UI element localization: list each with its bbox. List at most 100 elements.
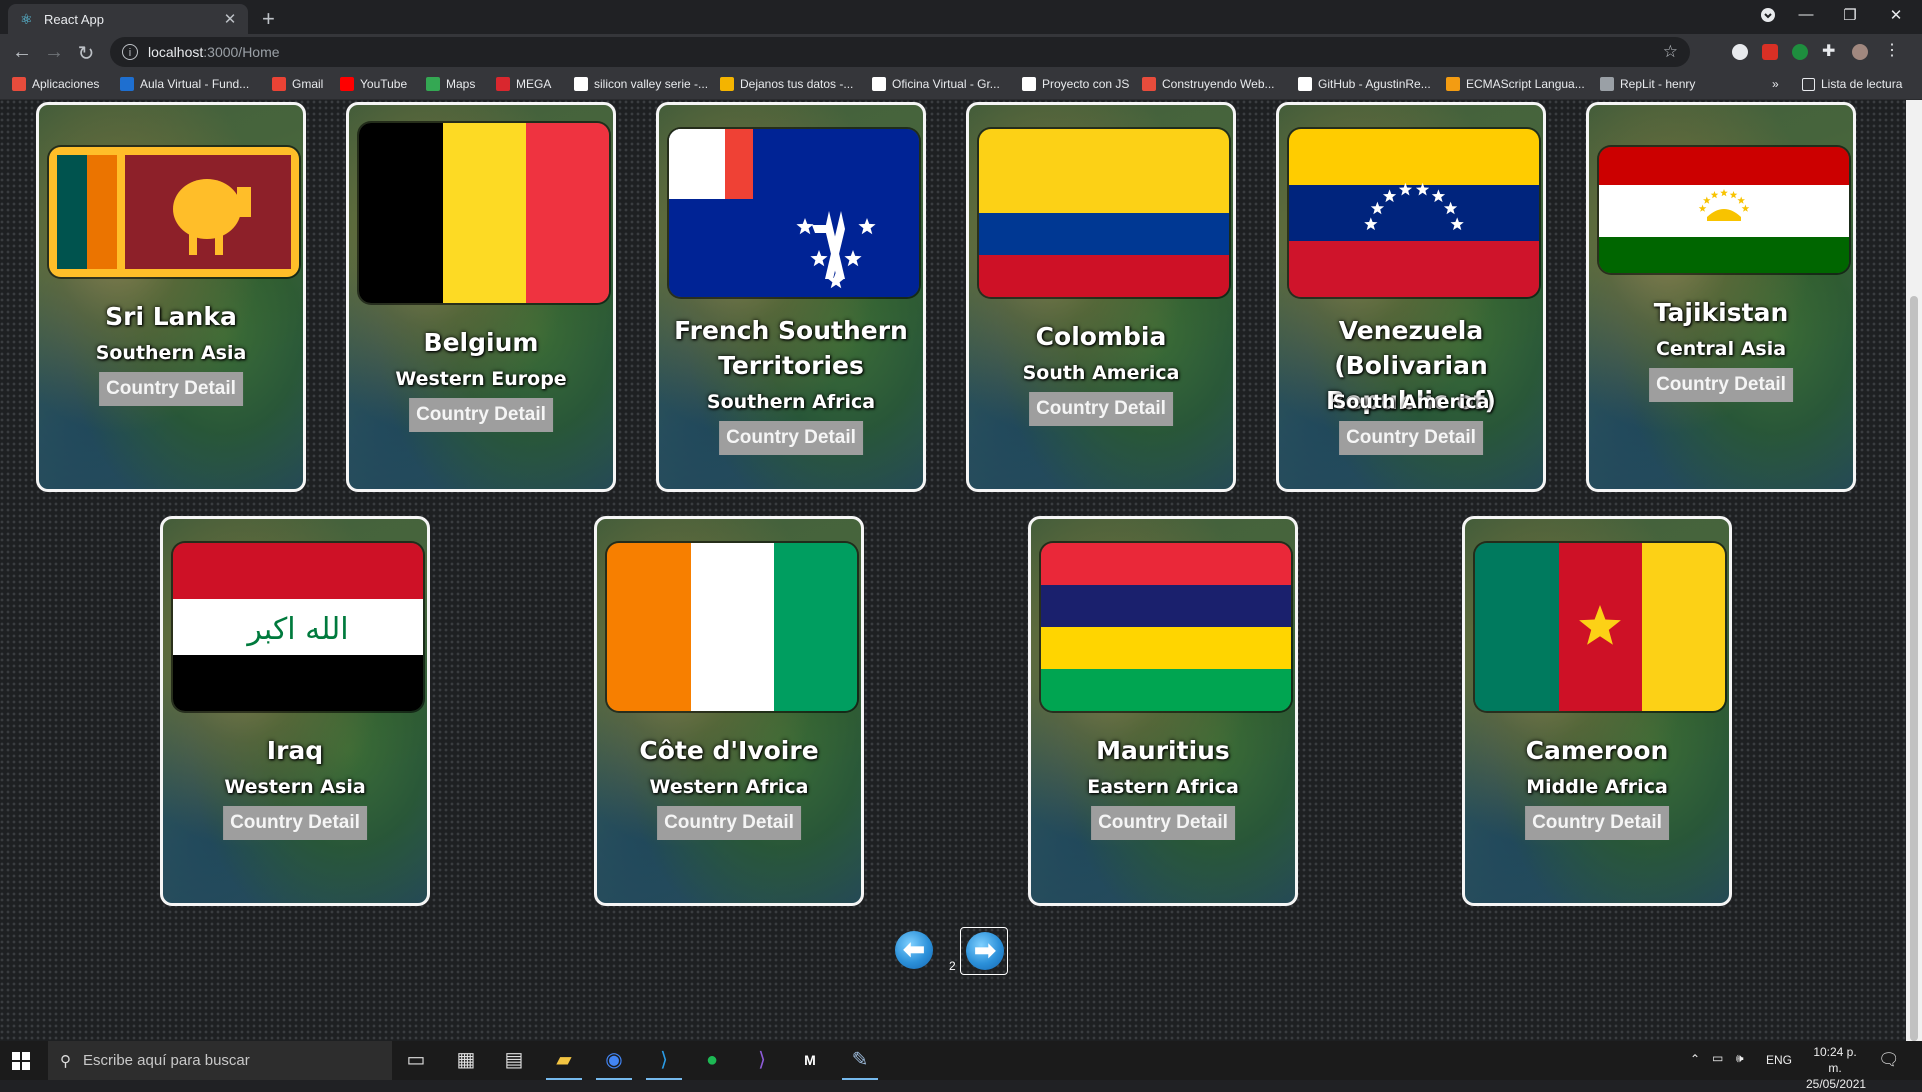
avatar[interactable] xyxy=(1852,44,1868,60)
scrollbar[interactable] xyxy=(1906,100,1922,1041)
clock[interactable]: 10:24 p. m. 25/05/2021 xyxy=(1806,1044,1867,1092)
mongodb-compass-icon[interactable]: M xyxy=(786,1041,834,1080)
country-card: Sri Lanka Southern Asia Country Detail xyxy=(36,102,306,492)
network-icon[interactable]: ▭ xyxy=(1712,1051,1723,1065)
info-icon[interactable]: i xyxy=(122,44,138,60)
notifications-icon[interactable]: 🗨 xyxy=(1878,1050,1900,1070)
calculator-app-icon[interactable]: ▤ xyxy=(490,1041,538,1080)
reading-list-button[interactable]: Lista de lectura xyxy=(1802,77,1902,91)
flag-image xyxy=(1599,147,1849,273)
country-name: Belgium xyxy=(423,328,539,357)
country-name: Colombia xyxy=(1035,322,1167,351)
country-flag-mauritius xyxy=(1041,543,1291,711)
next-page-button[interactable]: ➡ xyxy=(960,927,1008,975)
restore-icon[interactable]: ❐ xyxy=(1830,6,1870,24)
bookmark-star-icon[interactable]: ☆ xyxy=(1663,42,1678,62)
kebab-menu-icon[interactable]: ⋮ xyxy=(1884,40,1900,59)
bookmark-item[interactable]: GitHub - AgustinRe... xyxy=(1298,77,1431,91)
bookmark-item[interactable]: YouTube xyxy=(340,77,407,91)
bookmark-item[interactable]: Aula Virtual - Fund... xyxy=(120,77,249,91)
bookmark-item[interactable]: Gmail xyxy=(272,77,323,91)
forward-icon[interactable]: → xyxy=(42,41,66,64)
more-bookmarks-icon[interactable]: » xyxy=(1772,77,1779,91)
url-path: :3000/Home xyxy=(203,44,280,60)
bookmark-favicon-icon xyxy=(12,77,26,91)
new-tab-icon[interactable]: + xyxy=(262,6,275,32)
reload-icon[interactable]: ↻ xyxy=(74,41,98,66)
bookmark-item[interactable]: ECMAScript Langua... xyxy=(1446,77,1585,91)
bookmark-label: Oficina Virtual - Gr... xyxy=(892,77,1000,91)
back-icon[interactable]: ← xyxy=(10,41,34,64)
country-region: Southern Asia xyxy=(95,342,247,364)
country-card: Côte d'Ivoire Western Africa Country Detai… xyxy=(594,516,864,906)
country-detail-button[interactable]: Country Detail xyxy=(1029,392,1173,426)
extension-icon[interactable] xyxy=(1762,44,1778,60)
profile-menu-icon[interactable] xyxy=(1748,7,1788,27)
calendar-app-icon[interactable]: ▦ xyxy=(442,1041,490,1080)
country-detail-button[interactable]: Country Detail xyxy=(719,421,863,455)
page-content: Sri Lanka Southern Asia Country Detail Belg… xyxy=(0,100,1906,1041)
country-card: Colombia South America Country Detail xyxy=(966,102,1236,492)
address-bar[interactable]: i localhost:3000/Home ☆ xyxy=(110,37,1690,67)
taskbar-search[interactable]: ⚲ Escribe aquí para buscar xyxy=(48,1041,392,1080)
country-flag-venezuela xyxy=(1289,129,1539,297)
task-view-icon[interactable]: ▭ xyxy=(392,1041,440,1080)
bookmark-favicon-icon xyxy=(574,77,588,91)
browser-tab[interactable]: ⚛ React App ✕ xyxy=(8,4,248,34)
app-icon[interactable]: ✎ xyxy=(836,1041,884,1080)
country-detail-button[interactable]: Country Detail xyxy=(1649,368,1793,402)
country-card: Belgium Western Europe Country Detail xyxy=(346,102,616,492)
bookmark-favicon-icon xyxy=(1446,77,1460,91)
country-detail-button[interactable]: Country Detail xyxy=(223,806,367,840)
bookmark-item[interactable]: MEGA xyxy=(496,77,551,91)
bookmark-label: Aula Virtual - Fund... xyxy=(140,77,250,91)
prev-page-button[interactable]: ⬅ xyxy=(890,927,936,973)
scrollbar-thumb[interactable] xyxy=(1910,296,1918,1041)
bookmark-item[interactable]: Construyendo Web... xyxy=(1142,77,1275,91)
arrow-left-icon: ⬅ xyxy=(895,931,933,969)
clock-date: 25/05/2021 xyxy=(1806,1077,1867,1091)
country-flag-cote-divoire xyxy=(607,543,857,711)
spotify-app-icon[interactable]: ● xyxy=(688,1041,736,1080)
bookmark-item[interactable]: Proyecto con JS xyxy=(1022,77,1129,91)
volume-icon[interactable]: 🕪 xyxy=(1736,1051,1744,1066)
vscode-app-icon[interactable]: ⟩ xyxy=(640,1041,688,1080)
bookmarks-bar: Aplicaciones Aula Virtual - Fund... Gmail Y… xyxy=(0,70,1922,100)
reading-list-icon xyxy=(1802,77,1815,91)
bookmark-item[interactable]: Oficina Virtual - Gr... xyxy=(872,77,1000,91)
puzzle-icon[interactable]: ✚ xyxy=(1822,41,1838,60)
bookmark-item[interactable]: RepLit - henry xyxy=(1600,77,1695,91)
window-close-icon[interactable]: ✕ xyxy=(1876,6,1916,24)
language-indicator[interactable]: ENG xyxy=(1766,1053,1792,1067)
country-region: Western Africa xyxy=(649,776,809,798)
bookmark-label: YouTube xyxy=(360,77,408,91)
minimize-icon[interactable]: — xyxy=(1786,6,1826,23)
country-detail-button[interactable]: Country Detail xyxy=(1525,806,1669,840)
country-detail-button[interactable]: Country Detail xyxy=(657,806,801,840)
chrome-app-icon[interactable]: ◉ xyxy=(590,1041,638,1080)
country-detail-button[interactable]: Country Detail xyxy=(1339,421,1483,455)
country-card: French Southern Territories Southern Afri… xyxy=(656,102,926,492)
windows-start-icon[interactable] xyxy=(12,1052,30,1070)
extension-icon[interactable] xyxy=(1792,44,1808,60)
bookmark-label: Dejanos tus datos -... xyxy=(740,77,854,91)
country-detail-button[interactable]: Country Detail xyxy=(409,398,553,432)
search-icon: ⚲ xyxy=(60,1052,71,1070)
extension-icon[interactable] xyxy=(1732,44,1748,60)
country-region: South America xyxy=(1332,391,1490,413)
taskbar: ⚲ Escribe aquí para buscar ▭ ▦ ▤ ▰ ◉ ⟩ ●… xyxy=(0,1041,1922,1091)
country-detail-button[interactable]: Country Detail xyxy=(1091,806,1235,840)
file-explorer-icon[interactable]: ▰ xyxy=(540,1041,588,1080)
bookmark-item[interactable]: Maps xyxy=(426,77,475,91)
bookmark-favicon-icon xyxy=(1298,77,1312,91)
chevron-up-icon[interactable]: ⌃ xyxy=(1690,1052,1700,1066)
bookmark-label: RepLit - henry xyxy=(1620,77,1696,91)
country-detail-button[interactable]: Country Detail xyxy=(99,372,243,406)
visual-studio-app-icon[interactable]: ⟩ xyxy=(738,1041,786,1080)
close-tab-icon[interactable]: ✕ xyxy=(220,10,240,28)
bookmark-item[interactable]: silicon valley serie -... xyxy=(574,77,708,91)
bookmark-item[interactable]: Aplicaciones xyxy=(12,77,99,91)
bookmark-favicon-icon xyxy=(1600,77,1614,91)
bookmark-item[interactable]: Dejanos tus datos -... xyxy=(720,77,853,91)
flag-image xyxy=(49,147,299,277)
